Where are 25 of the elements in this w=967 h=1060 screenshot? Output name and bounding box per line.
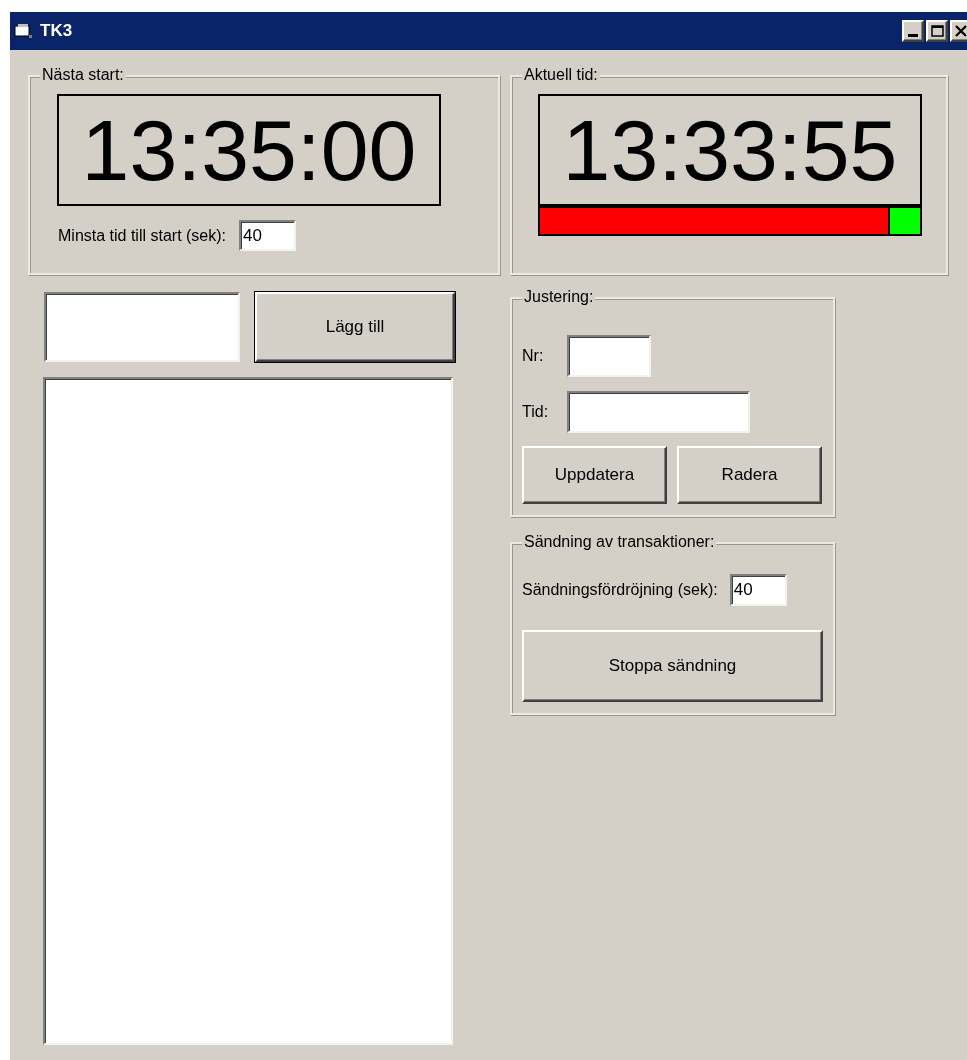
app-icon xyxy=(14,23,34,39)
time-display: 13:35:00 xyxy=(57,94,441,206)
minimize-icon xyxy=(908,34,918,37)
field-label: Sändningsfördröjning (sek): xyxy=(522,580,718,600)
field-label: Minsta tid till start (sek): xyxy=(58,225,227,246)
window-title: TK3 xyxy=(40,20,73,43)
input-field[interactable] xyxy=(567,335,651,377)
group-title: Sändning av transaktioner: xyxy=(522,532,717,552)
field-label: Nr: xyxy=(522,346,545,366)
close-icon xyxy=(955,25,967,37)
maximize-button[interactable] xyxy=(926,20,948,42)
action-button[interactable]: Radera xyxy=(677,446,822,504)
input-field[interactable]: 40 xyxy=(239,220,297,251)
stop-button[interactable]: Stoppa sändning xyxy=(522,630,823,702)
input-field[interactable]: 40 xyxy=(729,574,787,606)
field-label: Tid: xyxy=(522,402,550,422)
action-button[interactable]: Uppdatera xyxy=(522,446,667,504)
close-button[interactable] xyxy=(950,20,967,42)
input-field[interactable] xyxy=(567,391,750,433)
minimize-button[interactable] xyxy=(902,20,924,42)
input-field[interactable] xyxy=(44,292,240,362)
group-title: Justering: xyxy=(522,287,596,307)
maximize-icon xyxy=(930,25,944,37)
time-display: 13:33:55 xyxy=(538,94,922,206)
add-button[interactable]: Lägg till xyxy=(255,292,455,362)
